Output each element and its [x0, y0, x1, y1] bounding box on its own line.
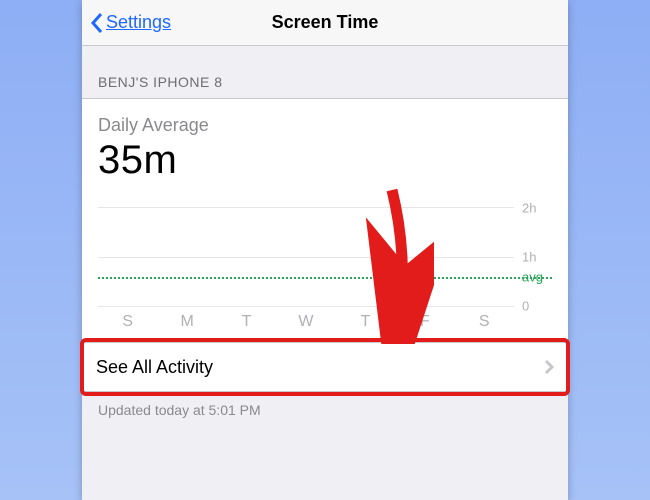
chart-xtick: F — [395, 313, 454, 331]
daily-average-value: 35m — [98, 138, 552, 183]
usage-chart: avg 2h1h0 SMTWTFS — [98, 207, 552, 337]
device-section-header: BENJ'S IPHONE 8 — [82, 46, 568, 98]
navbar: Settings Screen Time — [82, 0, 568, 46]
chart-xaxis: SMTWTFS — [98, 307, 514, 331]
screen-time-screen: Settings Screen Time BENJ'S IPHONE 8 Dai… — [82, 0, 568, 500]
chart-ytick: 2h — [518, 201, 552, 216]
back-label: Settings — [106, 12, 171, 33]
see-all-activity-row[interactable]: See All Activity — [82, 342, 568, 392]
see-all-activity-label: See All Activity — [96, 357, 213, 378]
chart-xtick: T — [217, 313, 276, 331]
chart-xtick: W — [276, 313, 335, 331]
chart-xtick: S — [455, 313, 514, 331]
chevron-left-icon — [90, 12, 104, 34]
avg-line — [98, 277, 552, 279]
chevron-right-icon — [544, 359, 554, 375]
back-button[interactable]: Settings — [82, 12, 179, 34]
daily-average-label: Daily Average — [98, 115, 552, 136]
chart-xtick: M — [157, 313, 216, 331]
updated-footer: Updated today at 5:01 PM — [82, 392, 568, 428]
chart-xtick: T — [336, 313, 395, 331]
daily-average-card: Daily Average 35m avg 2h1h0 SMTWTFS — [82, 98, 568, 342]
chart-ytick: 1h — [518, 250, 552, 265]
chart-ytick: 0 — [518, 299, 552, 314]
chart-xtick: S — [98, 313, 157, 331]
